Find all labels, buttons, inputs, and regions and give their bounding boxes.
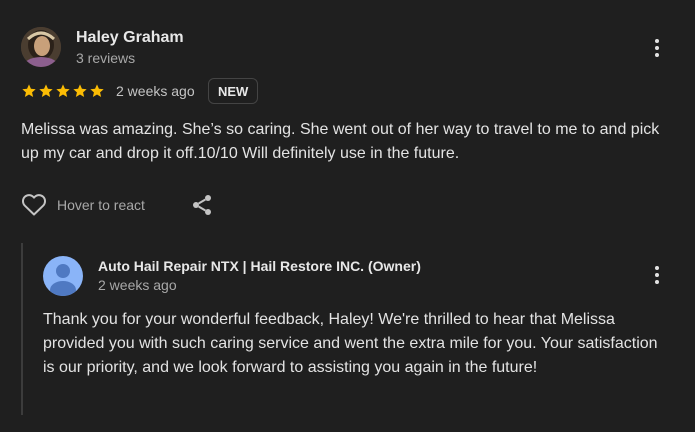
review-more-options-icon[interactable] — [647, 36, 667, 60]
reply-divider — [21, 243, 23, 415]
star-icon — [39, 84, 53, 97]
share-icon[interactable] — [190, 193, 214, 217]
star-rating — [21, 83, 105, 99]
reviewer-photo-icon — [21, 27, 61, 67]
react-button[interactable]: Hover to react — [21, 193, 145, 217]
star-icon — [73, 84, 87, 97]
review-text: Melissa was amazing. She’s so caring. Sh… — [21, 121, 660, 162]
star-icon — [90, 84, 104, 97]
person-icon — [50, 264, 76, 296]
share-glyph — [193, 195, 211, 215]
react-label: Hover to react — [57, 197, 145, 213]
reply-date: 2 weeks ago — [98, 277, 177, 293]
heart-outline-icon — [21, 194, 47, 216]
reply-text: Thank you for your wonderful feedback, H… — [43, 311, 658, 376]
star-icon — [56, 84, 70, 97]
new-badge: NEW — [208, 78, 259, 104]
reply-more-options-icon[interactable] — [647, 263, 667, 287]
reviewer-name[interactable]: Haley Graham — [76, 29, 184, 47]
review-date: 2 weeks ago — [116, 83, 195, 99]
owner-name: Auto Hail Repair NTX | Hail Restore INC.… — [98, 258, 421, 274]
reviewer-avatar[interactable] — [21, 27, 61, 67]
review-card: Haley Graham 3 reviews 2 weeks ago NEW M… — [0, 0, 695, 432]
reviewer-review-count: 3 reviews — [76, 50, 136, 66]
owner-avatar — [43, 256, 83, 296]
star-icon — [22, 84, 36, 97]
